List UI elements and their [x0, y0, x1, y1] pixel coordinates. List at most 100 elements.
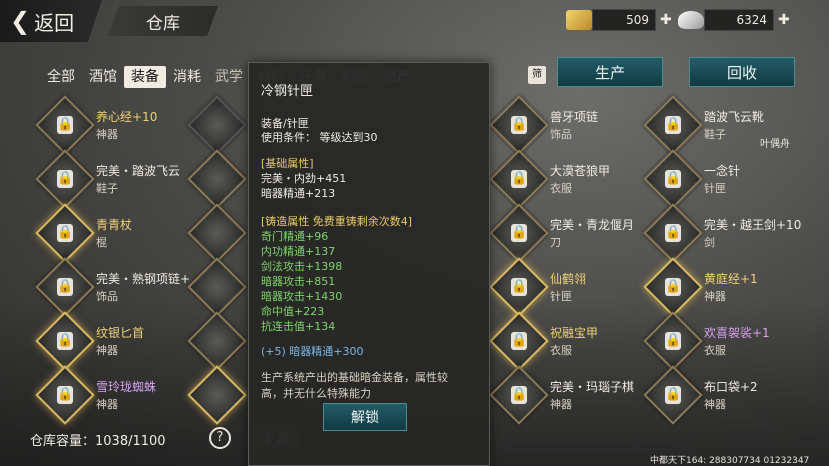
- list-item[interactable]: 🔒 青青杖 棍: [35, 203, 190, 263]
- filter-icon[interactable]: 筛: [528, 66, 546, 84]
- silver-ingot-icon: [678, 11, 704, 29]
- tab-all[interactable]: 全部: [40, 66, 82, 88]
- list-item[interactable]: 🔒 黄庭经+1 神器: [643, 257, 798, 317]
- list-item[interactable]: 🔒 养心经+10 神器: [35, 95, 190, 155]
- list-item[interactable]: [187, 365, 252, 425]
- list-item[interactable]: 🔒 大漠苍狼甲 衣服: [489, 149, 644, 209]
- item-kind: 神器: [96, 398, 118, 411]
- silver-amount: 6324: [704, 9, 774, 31]
- forge-attr: 暗器攻击+1430: [261, 290, 343, 303]
- list-item[interactable]: 🔒 欢喜袈裟+1 衣服: [643, 311, 798, 371]
- list-item[interactable]: 🔒 祝融宝甲 衣服: [489, 311, 644, 371]
- tab-martial[interactable]: 武学: [208, 66, 250, 88]
- produce-button[interactable]: 生产: [557, 57, 663, 87]
- item-frame: [187, 149, 247, 209]
- item-name: 完美・青龙偃月: [550, 218, 635, 232]
- item-name: 兽牙项链: [550, 110, 599, 124]
- lock-icon: 🔒: [511, 386, 528, 404]
- list-item[interactable]: 🔒 完美・青龙偃月 刀: [489, 203, 644, 263]
- forge-attr-header: [铸造属性 免费重铸剩余次数4]: [261, 215, 413, 228]
- item-name: 黄庭经+1: [704, 272, 758, 286]
- basic-attr-header: [基础属性]: [261, 157, 314, 170]
- item-kind: 刀: [550, 236, 561, 249]
- tab-consumables[interactable]: 消耗: [166, 66, 208, 88]
- silver-currency: 6324 ✚: [678, 8, 790, 32]
- add-silver-icon[interactable]: ✚: [778, 12, 790, 28]
- gold-ingot-icon: [566, 10, 592, 30]
- list-item[interactable]: 🔒 仙鹤翎 针匣: [489, 257, 644, 317]
- lock-icon: 🔒: [57, 170, 74, 188]
- tooltip-description: 生产系统产出的基础暗金装备，属性较: [261, 371, 448, 384]
- item-kind: 饰品: [550, 128, 572, 141]
- item-name: 雪玲珑蜘蛛: [96, 380, 157, 394]
- back-button[interactable]: ❮ 返回: [0, 0, 102, 42]
- list-item[interactable]: 🔒 雪玲珑蜘蛛 神器: [35, 365, 190, 425]
- item-frame: [187, 203, 247, 263]
- item-kind: 神器: [704, 398, 726, 411]
- list-item[interactable]: 🔒 完美・踏波飞云 鞋子: [35, 149, 190, 209]
- storage-capacity: 仓库容量：1038/1100: [30, 434, 166, 449]
- forge-attr: 命中值+223: [261, 305, 325, 318]
- item-kind: 衣服: [704, 344, 726, 357]
- list-item[interactable]: 🔒 一念针 针匣: [643, 149, 798, 209]
- lock-icon: 🔒: [57, 278, 74, 296]
- lock-icon: 🔒: [57, 332, 74, 350]
- basic-attr: 完美・内劲+451: [261, 172, 347, 185]
- item-name: 仙鹤翎: [550, 272, 587, 286]
- lock-icon: 🔒: [511, 278, 528, 296]
- item-name: 大漠苍狼甲: [550, 164, 611, 178]
- item-name: 完美・越王剑+10: [704, 218, 802, 232]
- lock-icon: 🔒: [511, 170, 528, 188]
- list-item[interactable]: [187, 257, 252, 317]
- list-item[interactable]: [187, 203, 252, 263]
- item-frame: [187, 365, 247, 425]
- list-item[interactable]: 🔒 完美・玛瑙子棋 神器: [489, 365, 644, 425]
- tab-equipment[interactable]: 装备: [124, 66, 166, 88]
- item-kind: 衣服: [550, 344, 572, 357]
- lock-icon: 🔒: [57, 116, 74, 134]
- list-item[interactable]: [187, 149, 252, 209]
- item-name: 青青杖: [96, 218, 133, 232]
- list-item[interactable]: 🔒 布口袋+2 神器: [643, 365, 798, 425]
- item-frame: [187, 257, 247, 317]
- item-name: 踏波飞云靴: [704, 110, 765, 124]
- tooltip-title: 冷钢针匣: [261, 84, 314, 99]
- item-kind: 神器: [704, 290, 726, 303]
- item-frame: [187, 311, 247, 371]
- item-kind: 鞋子: [704, 128, 726, 141]
- item-name: 祝融宝甲: [550, 326, 599, 340]
- item-name: 完美・玛瑙子棋: [550, 380, 635, 394]
- top-bar: ❮ 返回 仓库 509 ✚ 6324 ✚: [0, 0, 829, 44]
- gold-currency: 509 ✚: [566, 8, 672, 32]
- help-icon[interactable]: ?: [209, 427, 231, 449]
- chevron-left-icon: ❮: [10, 7, 31, 35]
- item-kind: 棍: [96, 236, 107, 249]
- tab-tavern[interactable]: 酒馆: [82, 66, 124, 88]
- lock-icon: 🔒: [511, 116, 528, 134]
- lock-icon: 🔒: [665, 170, 682, 188]
- list-item[interactable]: [187, 95, 252, 155]
- basic-attr: 暗器精通+213: [261, 187, 336, 200]
- lock-icon: 🔒: [665, 386, 682, 404]
- forge-attr: 内功精通+137: [261, 245, 336, 258]
- item-kind: 神器: [550, 398, 572, 411]
- unlock-button[interactable]: 解锁: [323, 403, 407, 431]
- list-item[interactable]: 🔒 纹银匕首 神器: [35, 311, 190, 371]
- forge-attr: 奇门精通+96: [261, 230, 329, 243]
- list-item[interactable]: 🔒 兽牙项链 饰品: [489, 95, 644, 155]
- forge-attr: 暗器攻击+851: [261, 275, 336, 288]
- list-item[interactable]: [187, 311, 252, 371]
- side-note: 叶偶舟: [760, 139, 790, 150]
- item-tooltip: 冷钢针匣 装备/针匣 使用条件： 等级达到30 [基础属性] 完美・内劲+451…: [248, 62, 490, 466]
- forge-attr: 剑法攻击+1398: [261, 260, 343, 273]
- recycle-button[interactable]: 回收: [689, 57, 795, 87]
- list-item[interactable]: 🔒 完美・熟钢项链+ 饰品: [35, 257, 190, 317]
- lock-icon: 🔒: [665, 116, 682, 134]
- item-kind: 神器: [96, 128, 118, 141]
- lock-icon: 🔒: [665, 224, 682, 242]
- add-gold-icon[interactable]: ✚: [660, 12, 672, 28]
- lock-icon: 🔒: [511, 224, 528, 242]
- item-name: 完美・踏波飞云: [96, 164, 181, 178]
- list-item[interactable]: 🔒 完美・越王剑+10 剑: [643, 203, 802, 263]
- item-kind: 剑: [704, 236, 715, 249]
